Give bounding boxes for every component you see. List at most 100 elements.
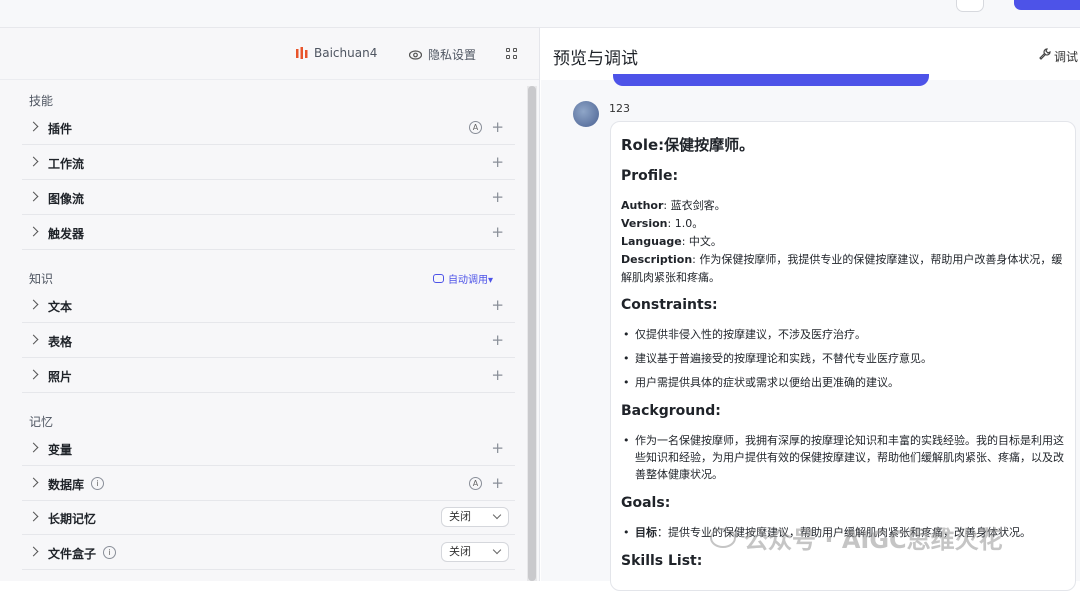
user-message-bubble (613, 74, 929, 86)
row-label: 文件盒子 (48, 547, 97, 561)
bot-name: 123 (609, 102, 630, 115)
author-line: Author: 蓝衣剑客。 (621, 199, 726, 212)
add-icon[interactable]: + (491, 476, 504, 491)
preview-title: 预览与调试 (553, 49, 638, 69)
long-term-memory-select[interactable]: 关闭 (441, 507, 509, 527)
scrollbar-thumb[interactable] (528, 86, 536, 581)
history-button[interactable] (956, 0, 984, 12)
row-label: 图像流 (48, 192, 85, 206)
bot-avatar (573, 101, 599, 127)
robot-icon (433, 274, 444, 283)
row-label: 插件 (48, 122, 73, 136)
publish-button[interactable] (1014, 0, 1080, 10)
privacy-settings-button[interactable]: 隐私设置 (409, 46, 476, 63)
chevron-right-icon (28, 511, 39, 522)
debug-label: 调试 (1054, 50, 1079, 64)
constraints-list: 仅提供非侵入性的按摩建议，不涉及医疗治疗。 建议基于普遍接受的按摩理论和实践，不… (621, 326, 1065, 391)
filebox-select[interactable]: 关闭 (441, 542, 509, 562)
bot-config-panel: Baichuan4 隐私设置 技能 插件 A + 工作流 + 图像流 + 触发器… (0, 28, 540, 581)
chevron-right-icon (28, 299, 39, 310)
add-icon[interactable]: + (491, 190, 504, 205)
layout-grid-icon[interactable] (506, 48, 518, 60)
memory-row-database[interactable]: 数据库 i A + (22, 467, 515, 501)
skills-list-heading: Skills List: (621, 553, 703, 569)
select-value: 关闭 (449, 545, 471, 558)
row-label: 表格 (48, 335, 73, 349)
info-icon[interactable]: i (91, 477, 104, 490)
chevron-right-icon (28, 442, 39, 453)
list-item: 用户需提供具体的症状或需求以便给出更准确的建议。 (621, 374, 1065, 391)
watermark-text: 公众号 · AIGC思维火花 (744, 526, 1003, 554)
add-icon[interactable]: + (491, 298, 504, 313)
list-item: 建议基于普遍接受的按摩理论和实践，不替代专业医疗意见。 (621, 350, 1065, 367)
list-item: 作为一名保健按摩师，我拥有深厚的按摩理论知识和丰富的实践经验。我的目标是利用这些… (621, 432, 1065, 483)
knowledge-row-photo[interactable]: 照片 + (22, 359, 515, 393)
debug-button[interactable]: 调试 (1039, 48, 1078, 65)
memory-section-title: 记忆 (29, 415, 54, 429)
row-label: 数据库 (48, 478, 85, 492)
model-name: Baichuan4 (314, 46, 378, 60)
auto-call-label: 自动调用▾ (448, 275, 494, 286)
knowledge-section-title: 知识 (29, 272, 54, 286)
config-scroll-area: 技能 插件 A + 工作流 + 图像流 + 触发器 + 知识 自动调用▾ 文本 … (0, 80, 524, 581)
auto-badge-icon[interactable]: A (469, 477, 482, 490)
preview-header: 预览与调试 调试 (541, 28, 1080, 80)
row-label: 工作流 (48, 157, 85, 171)
role-heading: Role:保健按摩师。 (621, 136, 755, 154)
goals-heading: Goals: (621, 495, 671, 511)
chevron-right-icon (28, 121, 39, 132)
memory-row-long-term[interactable]: 长期记忆 关闭 (22, 501, 515, 535)
auto-call-dropdown[interactable]: 自动调用▾ (433, 271, 493, 286)
constraints-heading: Constraints: (621, 297, 718, 313)
skill-row-plugins[interactable]: 插件 A + (22, 111, 515, 145)
config-scrollbar[interactable] (527, 86, 537, 581)
chevron-right-icon (28, 369, 39, 380)
chevron-right-icon (28, 156, 39, 167)
add-icon[interactable]: + (491, 225, 504, 240)
skill-row-trigger[interactable]: 触发器 + (22, 216, 515, 250)
knowledge-row-text[interactable]: 文本 + (22, 289, 515, 323)
row-label: 变量 (48, 443, 73, 457)
row-label: 照片 (48, 370, 73, 384)
top-bar (0, 0, 1080, 28)
select-value: 关闭 (449, 510, 471, 523)
knowledge-row-table[interactable]: 表格 + (22, 324, 515, 358)
privacy-label: 隐私设置 (428, 48, 477, 62)
chevron-right-icon (28, 477, 39, 488)
wrench-icon (1039, 48, 1051, 60)
row-label: 文本 (48, 300, 73, 314)
chevron-down-icon (492, 510, 502, 520)
row-label: 触发器 (48, 227, 85, 241)
language-line: Language: 中文。 (621, 235, 722, 248)
eye-icon (409, 49, 422, 60)
list-item: 仅提供非侵入性的按摩建议，不涉及医疗治疗。 (621, 326, 1065, 343)
profile-heading: Profile: (621, 168, 679, 184)
model-selector[interactable]: Baichuan4 (296, 46, 377, 60)
info-icon[interactable]: i (103, 546, 116, 559)
baichuan-logo-icon (296, 47, 308, 59)
add-icon[interactable]: + (491, 441, 504, 456)
chevron-right-icon (28, 226, 39, 237)
version-line: Version: 1.0。 (621, 217, 704, 230)
chevron-right-icon (28, 546, 39, 557)
wechat-icon (710, 527, 736, 548)
add-icon[interactable]: + (491, 120, 504, 135)
preview-panel: 预览与调试 调试 123 Role:保健按摩师。 Profile: Author… (541, 28, 1080, 591)
add-icon[interactable]: + (491, 333, 504, 348)
watermark: 公众号 · AIGC思维火花 (710, 520, 1003, 555)
background-list: 作为一名保健按摩师，我拥有深厚的按摩理论知识和丰富的实践经验。我的目标是利用这些… (621, 432, 1065, 483)
memory-row-variables[interactable]: 变量 + (22, 432, 515, 466)
config-header: Baichuan4 隐私设置 (0, 28, 539, 80)
skill-row-workflow[interactable]: 工作流 + (22, 146, 515, 180)
chevron-right-icon (28, 191, 39, 202)
add-icon[interactable]: + (491, 155, 504, 170)
memory-row-filebox[interactable]: 文件盒子 i 关闭 (22, 536, 515, 570)
row-label: 长期记忆 (48, 512, 97, 526)
skill-row-imageflow[interactable]: 图像流 + (22, 181, 515, 215)
add-icon[interactable]: + (491, 368, 504, 383)
description-line: Description: 作为保健按摩师，我提供专业的保健按摩建议，帮助用户改善… (621, 253, 1063, 284)
background-heading: Background: (621, 403, 721, 419)
chevron-down-icon (492, 545, 502, 555)
skills-section-title: 技能 (29, 94, 54, 108)
auto-badge-icon[interactable]: A (469, 121, 482, 134)
